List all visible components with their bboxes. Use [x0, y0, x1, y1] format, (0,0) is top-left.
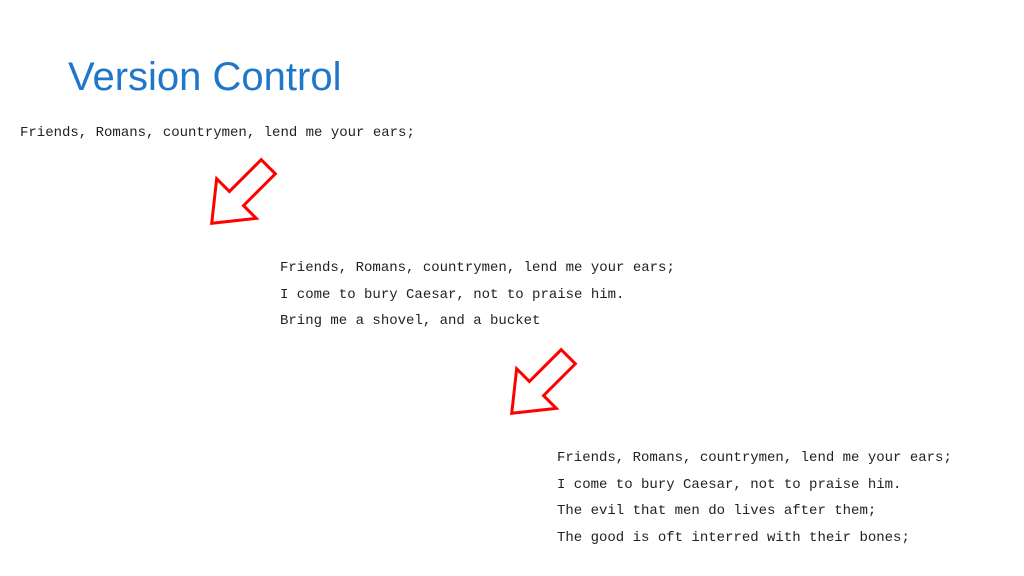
slide-title: Version Control: [68, 55, 341, 100]
version-3-text: Friends, Romans, countrymen, lend me you…: [557, 445, 952, 551]
text-line: The evil that men do lives after them;: [557, 498, 952, 525]
text-line: Friends, Romans, countrymen, lend me you…: [20, 120, 415, 147]
text-line: Bring me a shovel, and a bucket: [280, 308, 675, 335]
text-line: I come to bury Caesar, not to praise him…: [280, 282, 675, 309]
version-1-text: Friends, Romans, countrymen, lend me you…: [20, 120, 415, 147]
text-line: Friends, Romans, countrymen, lend me you…: [557, 445, 952, 472]
text-line: Friends, Romans, countrymen, lend me you…: [280, 255, 675, 282]
arrow-down-right-icon: [490, 335, 590, 435]
text-line: I come to bury Caesar, not to praise him…: [557, 472, 952, 499]
version-2-text: Friends, Romans, countrymen, lend me you…: [280, 255, 675, 335]
arrow-down-right-icon: [190, 145, 290, 245]
text-line: The good is oft interred with their bone…: [557, 525, 952, 552]
